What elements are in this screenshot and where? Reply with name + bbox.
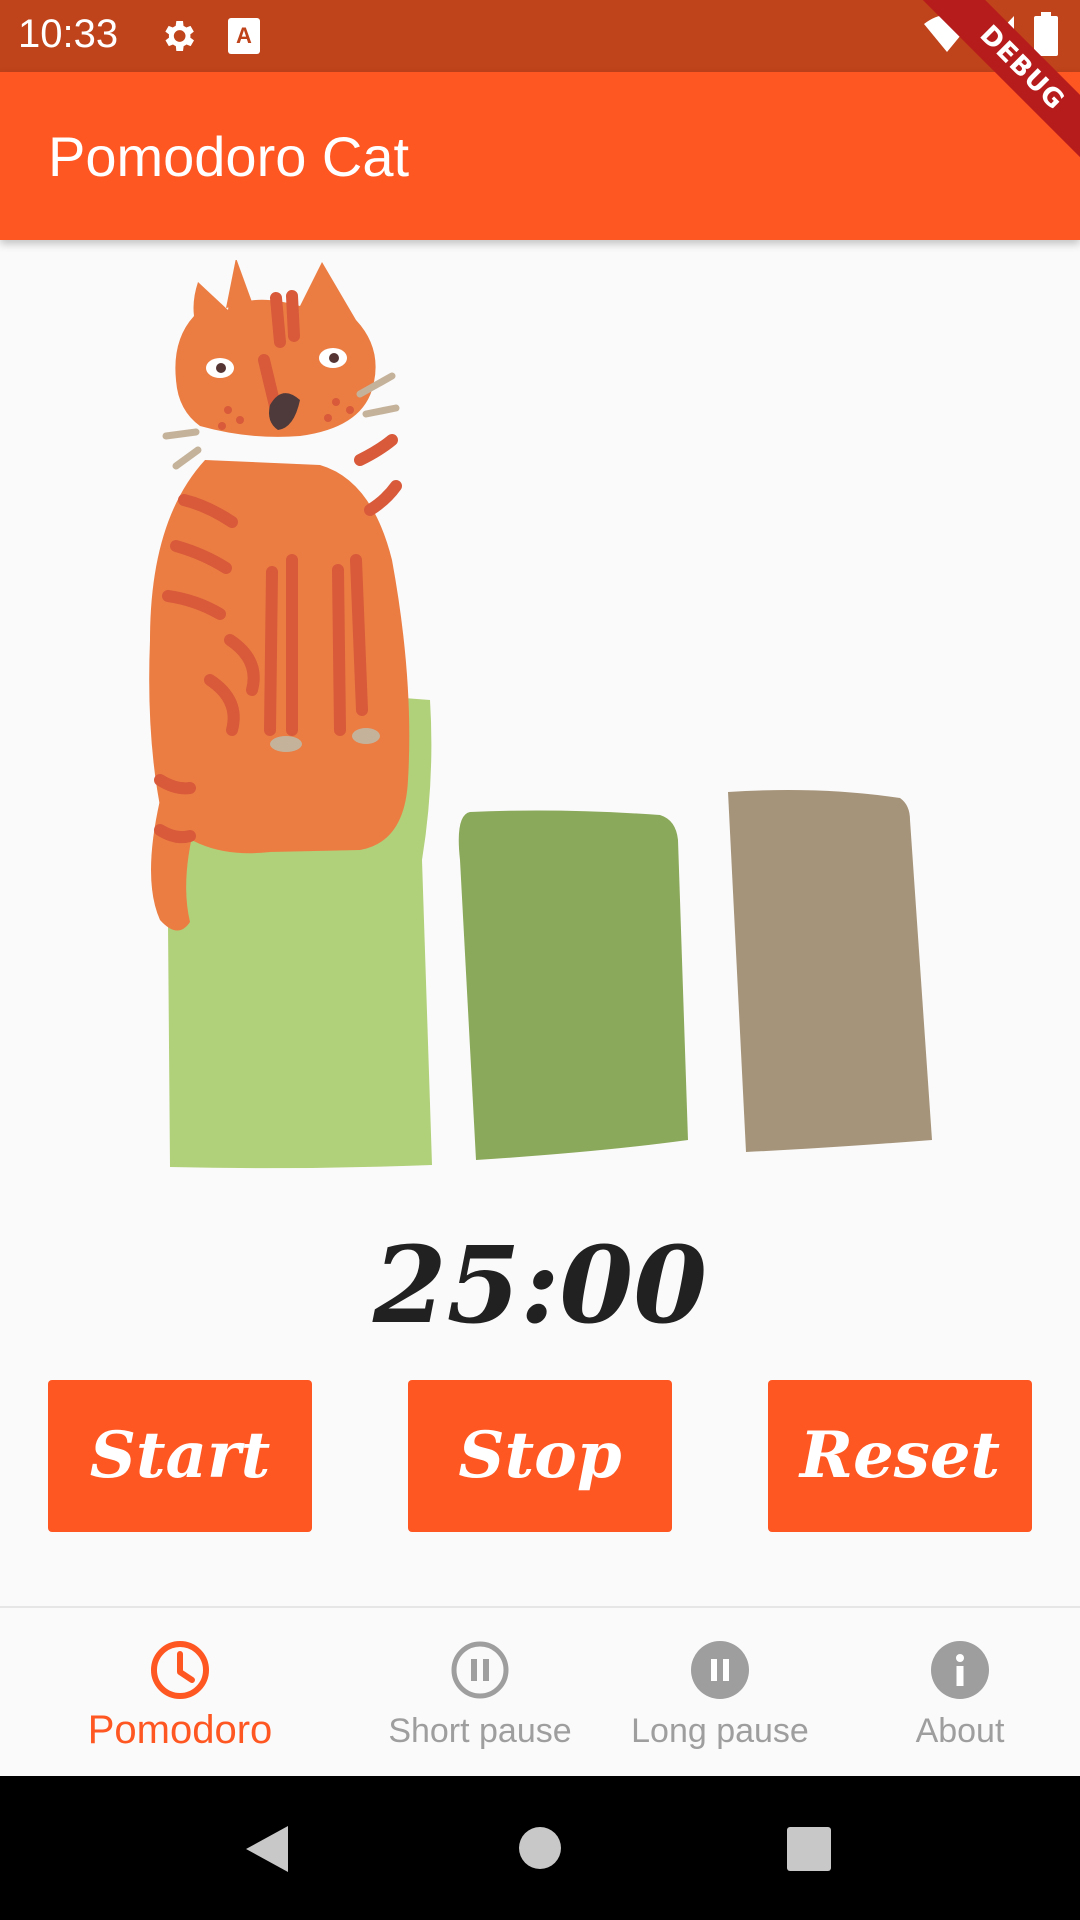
nav-label-about: About — [915, 1712, 1005, 1750]
wifi-icon — [924, 15, 970, 52]
start-button[interactable]: Start — [48, 1380, 312, 1532]
info-icon — [931, 1641, 989, 1699]
app-title: Pomodoro Cat — [48, 125, 410, 188]
timer-display: 25:00 — [372, 1222, 708, 1347]
settings-icon — [165, 21, 194, 51]
nav-label-short-pause: Short pause — [388, 1712, 572, 1750]
nav-item-pomodoro[interactable]: Pomodoro — [60, 1608, 300, 1778]
signal-icon — [980, 16, 1014, 52]
svg-text:A: A — [236, 23, 252, 48]
nav-label-pomodoro: Pomodoro — [87, 1708, 273, 1752]
home-icon[interactable] — [518, 1826, 562, 1870]
bottom-navigation: Pomodoro Short pause Long pause About — [0, 1606, 1080, 1778]
nav-item-about[interactable]: About — [840, 1608, 1080, 1778]
stop-button[interactable]: Stop — [408, 1380, 672, 1532]
block-green — [458, 810, 688, 1160]
pause-filled-icon — [691, 1641, 749, 1699]
nav-item-long-pause[interactable]: Long pause — [600, 1608, 840, 1778]
nav-label-long-pause: Long pause — [631, 1712, 809, 1750]
app-bar: Pomodoro Cat — [0, 72, 1080, 240]
cat-illustration — [149, 260, 932, 1169]
back-icon[interactable] — [244, 1824, 290, 1874]
text-a-icon: A — [228, 18, 260, 54]
recents-icon[interactable] — [786, 1826, 832, 1872]
nav-item-short-pause[interactable]: Short pause — [360, 1608, 600, 1778]
cat — [149, 260, 410, 931]
status-time: 10:33 — [18, 12, 119, 56]
system-navigation-bar — [0, 1776, 1080, 1920]
reset-button[interactable]: Reset — [768, 1380, 1032, 1532]
block-taupe — [728, 790, 932, 1152]
pause-outline-icon — [451, 1641, 509, 1699]
status-bar: 10:33 A — [0, 0, 1080, 72]
battery-icon — [1034, 12, 1058, 56]
clock-icon — [151, 1641, 209, 1699]
